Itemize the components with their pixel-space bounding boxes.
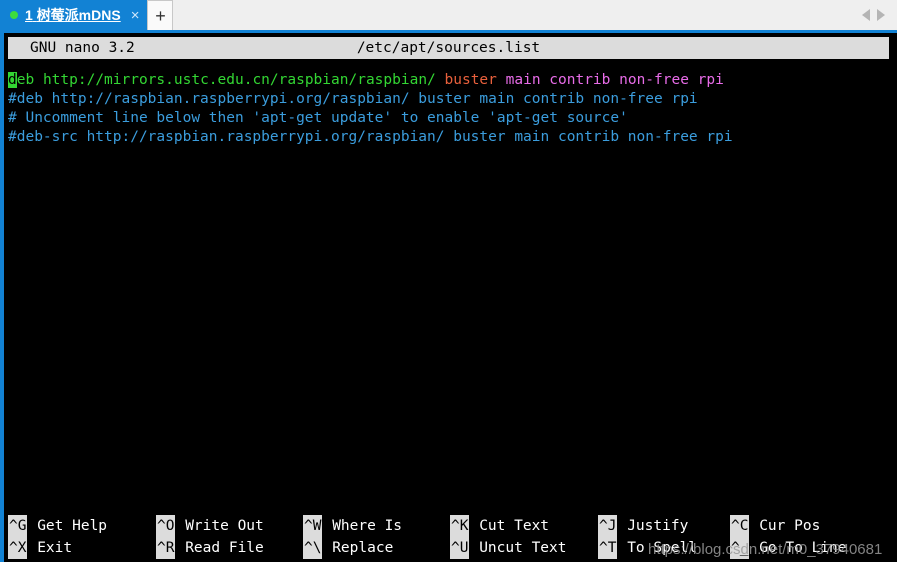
- shortcut-key: ^W: [303, 515, 323, 537]
- shortcut-key: ^_: [730, 537, 750, 559]
- shortcut-where-is[interactable]: ^W Where Is: [303, 515, 402, 537]
- shortcut-key: ^O: [156, 515, 176, 537]
- tab-raspberry-mdns[interactable]: 1 树莓派mDNS ×: [0, 0, 148, 30]
- nano-filepath-label: /etc/apt/sources.list: [356, 40, 541, 56]
- shortcut-key: ^J: [598, 515, 618, 537]
- shortcut-label: Get Help: [28, 518, 108, 534]
- shortcut-cut-text[interactable]: ^K Cut Text: [450, 515, 549, 537]
- shortcut-label: Go To Line: [750, 540, 847, 556]
- shortcut-key: ^T: [598, 537, 618, 559]
- shortcut-to-spell[interactable]: ^T To Spell: [598, 537, 697, 559]
- code-segment: # Uncomment line below then 'apt-get upd…: [8, 110, 628, 126]
- line-4: #deb-src http://raspbian.raspberrypi.org…: [8, 128, 893, 147]
- new-tab-button[interactable]: +: [147, 0, 174, 30]
- shortcut-label: Justify: [618, 518, 689, 534]
- tab-nav-arrows: [862, 0, 897, 30]
- shortcut-label: Cut Text: [470, 518, 550, 534]
- shortcut-key: ^X: [8, 537, 28, 559]
- text-cursor: d: [8, 72, 17, 88]
- shortcut-bar: ^G Get Help ^O Write Out ^W Where Is ^K Cut…: [8, 515, 893, 559]
- code-segment: #deb http://raspbian.raspberrypi.org/ras…: [8, 91, 698, 107]
- shortcut-label: Write Out: [176, 518, 264, 534]
- shortcut-label: To Spell: [618, 540, 698, 556]
- triangle-left-icon[interactable]: [862, 9, 870, 21]
- shortcut-key: ^\: [303, 537, 323, 559]
- shortcut-replace[interactable]: ^\ Replace: [303, 537, 393, 559]
- code-segment: buster: [444, 72, 506, 88]
- line-2: #deb http://raspbian.raspberrypi.org/ras…: [8, 90, 893, 109]
- shortcut-key: ^U: [450, 537, 470, 559]
- shortcut-key: ^R: [156, 537, 176, 559]
- shortcut-key: ^G: [8, 515, 28, 537]
- code-segment: eb: [16, 72, 43, 88]
- shortcut-justify[interactable]: ^J Justify: [598, 515, 688, 537]
- shortcut-label: Replace: [323, 540, 394, 556]
- line-1: deb http://mirrors.ustc.edu.cn/raspbian/…: [8, 71, 893, 90]
- close-icon[interactable]: ×: [131, 8, 140, 23]
- editor-text-area[interactable]: deb http://mirrors.ustc.edu.cn/raspbian/…: [4, 59, 893, 147]
- shortcut-read-file[interactable]: ^R Read File: [156, 537, 264, 559]
- shortcut-label: Uncut Text: [470, 540, 567, 556]
- green-dot-icon: [10, 11, 18, 19]
- shortcut-uncut-text[interactable]: ^U Uncut Text: [450, 537, 567, 559]
- shortcut-go-to-line[interactable]: ^_ Go To Line: [730, 537, 847, 559]
- code-segment: http://mirrors.ustc.edu.cn/raspbian/rasp…: [42, 72, 445, 88]
- code-segment: #deb-src http://raspbian.raspberrypi.org…: [8, 129, 733, 145]
- terminal-body[interactable]: GNU nano 3.2 /etc/apt/sources.list deb h…: [0, 33, 897, 562]
- shortcut-label: Where Is: [323, 518, 403, 534]
- triangle-right-icon[interactable]: [877, 9, 885, 21]
- shortcut-cur-pos[interactable]: ^C Cur Pos: [730, 515, 820, 537]
- tab-label: 1 树莓派mDNS: [25, 7, 121, 23]
- terminal-window: 1 树莓派mDNS × + GNU nano 3.2 /etc/apt/sour…: [0, 0, 897, 562]
- line-3: # Uncomment line below then 'apt-get upd…: [8, 109, 893, 128]
- shortcut-exit[interactable]: ^X Exit: [8, 537, 72, 559]
- shortcut-key: ^C: [730, 515, 750, 537]
- shortcut-get-help[interactable]: ^G Get Help: [8, 515, 107, 537]
- code-segment: main contrib non-free rpi: [505, 72, 724, 88]
- tab-bar-spacer: [173, 0, 862, 30]
- shortcut-key: ^K: [450, 515, 470, 537]
- shortcut-label: Read File: [176, 540, 264, 556]
- nano-title-bar: GNU nano 3.2 /etc/apt/sources.list: [8, 37, 889, 59]
- shortcut-label: Exit: [28, 540, 73, 556]
- tab-bar: 1 树莓派mDNS × +: [0, 0, 897, 30]
- shortcut-label: Cur Pos: [750, 518, 821, 534]
- shortcut-write-out[interactable]: ^O Write Out: [156, 515, 264, 537]
